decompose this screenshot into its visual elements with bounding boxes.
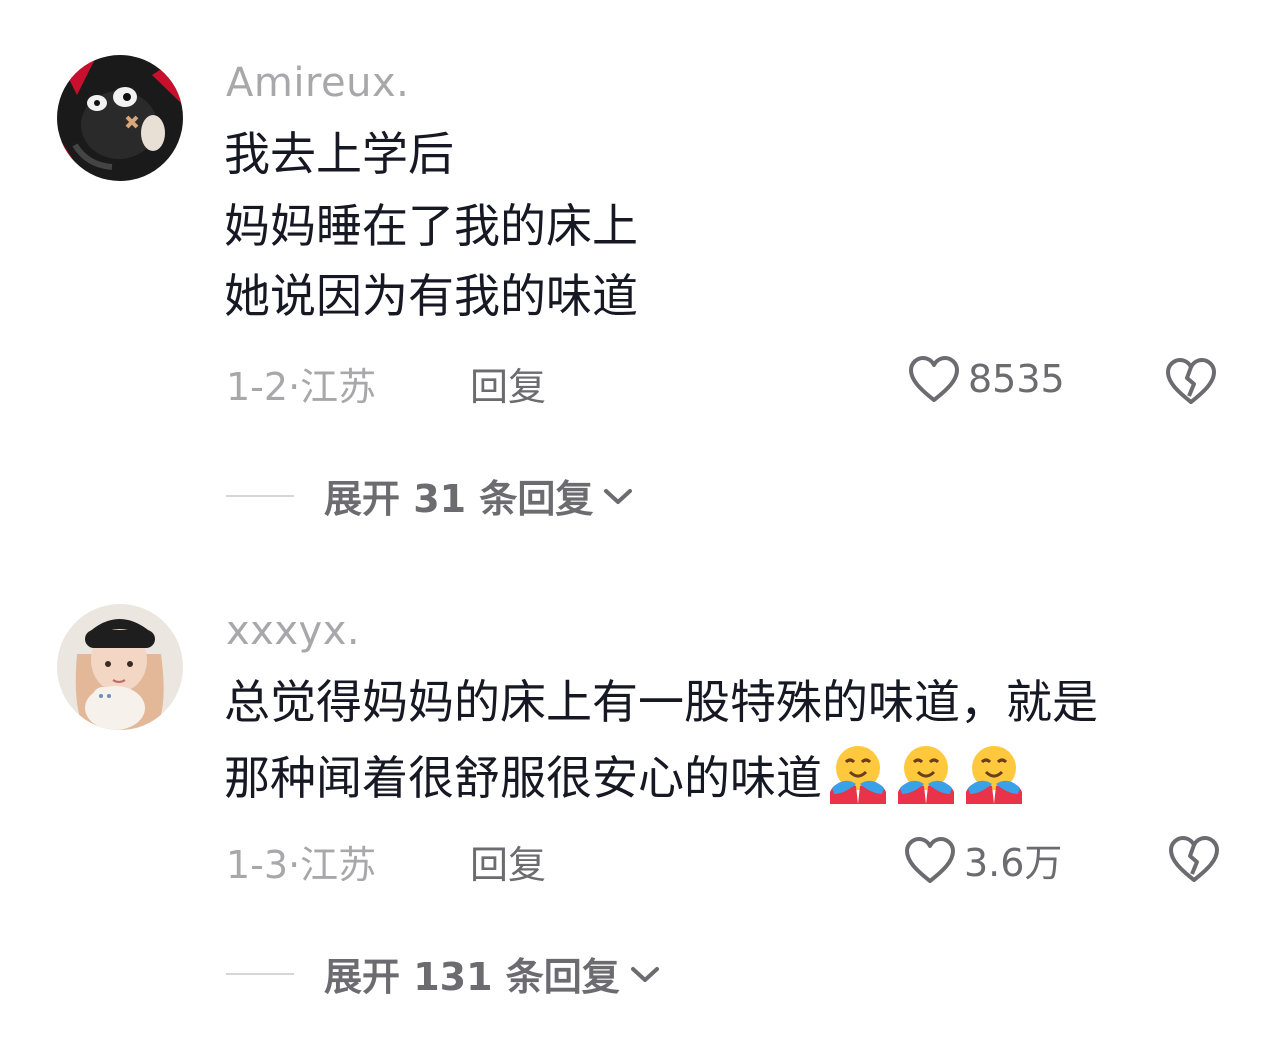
comment-text-line-with-emoji: 那种闻着很舒服很安心的味道: [224, 742, 1026, 808]
divider: [226, 972, 294, 975]
username[interactable]: xxxyx.: [226, 608, 360, 654]
like-count: 3.6万: [964, 841, 1063, 885]
heart-icon: [905, 836, 955, 883]
comment-meta: 1-3·江苏: [226, 843, 377, 887]
dislike-button[interactable]: [1166, 834, 1222, 888]
expand-replies-button[interactable]: 展开 131 条回复: [226, 946, 662, 1001]
expand-replies-label: 展开 131 条回复: [324, 955, 620, 999]
comment-text-line: 那种闻着很舒服很安心的味道: [224, 751, 822, 805]
comment-item: xxxyx. 总觉得妈妈的床上有一股特殊的味道，就是 那种闻着很舒服很安心的味道: [0, 0, 1280, 1037]
like-button[interactable]: 3.6万: [902, 832, 1062, 887]
chevron-down-icon: [630, 966, 659, 982]
avatar[interactable]: [57, 604, 183, 730]
reply-button[interactable]: 回复: [470, 834, 546, 889]
smiling-face-with-open-hands-icon: [966, 746, 1022, 804]
comment-text-line: 总觉得妈妈的床上有一股特殊的味道，就是: [224, 675, 1098, 729]
smiling-face-with-open-hands-icon: [898, 746, 954, 804]
smiling-face-with-open-hands-icon: [830, 746, 886, 804]
broken-heart-icon: [1169, 836, 1219, 882]
